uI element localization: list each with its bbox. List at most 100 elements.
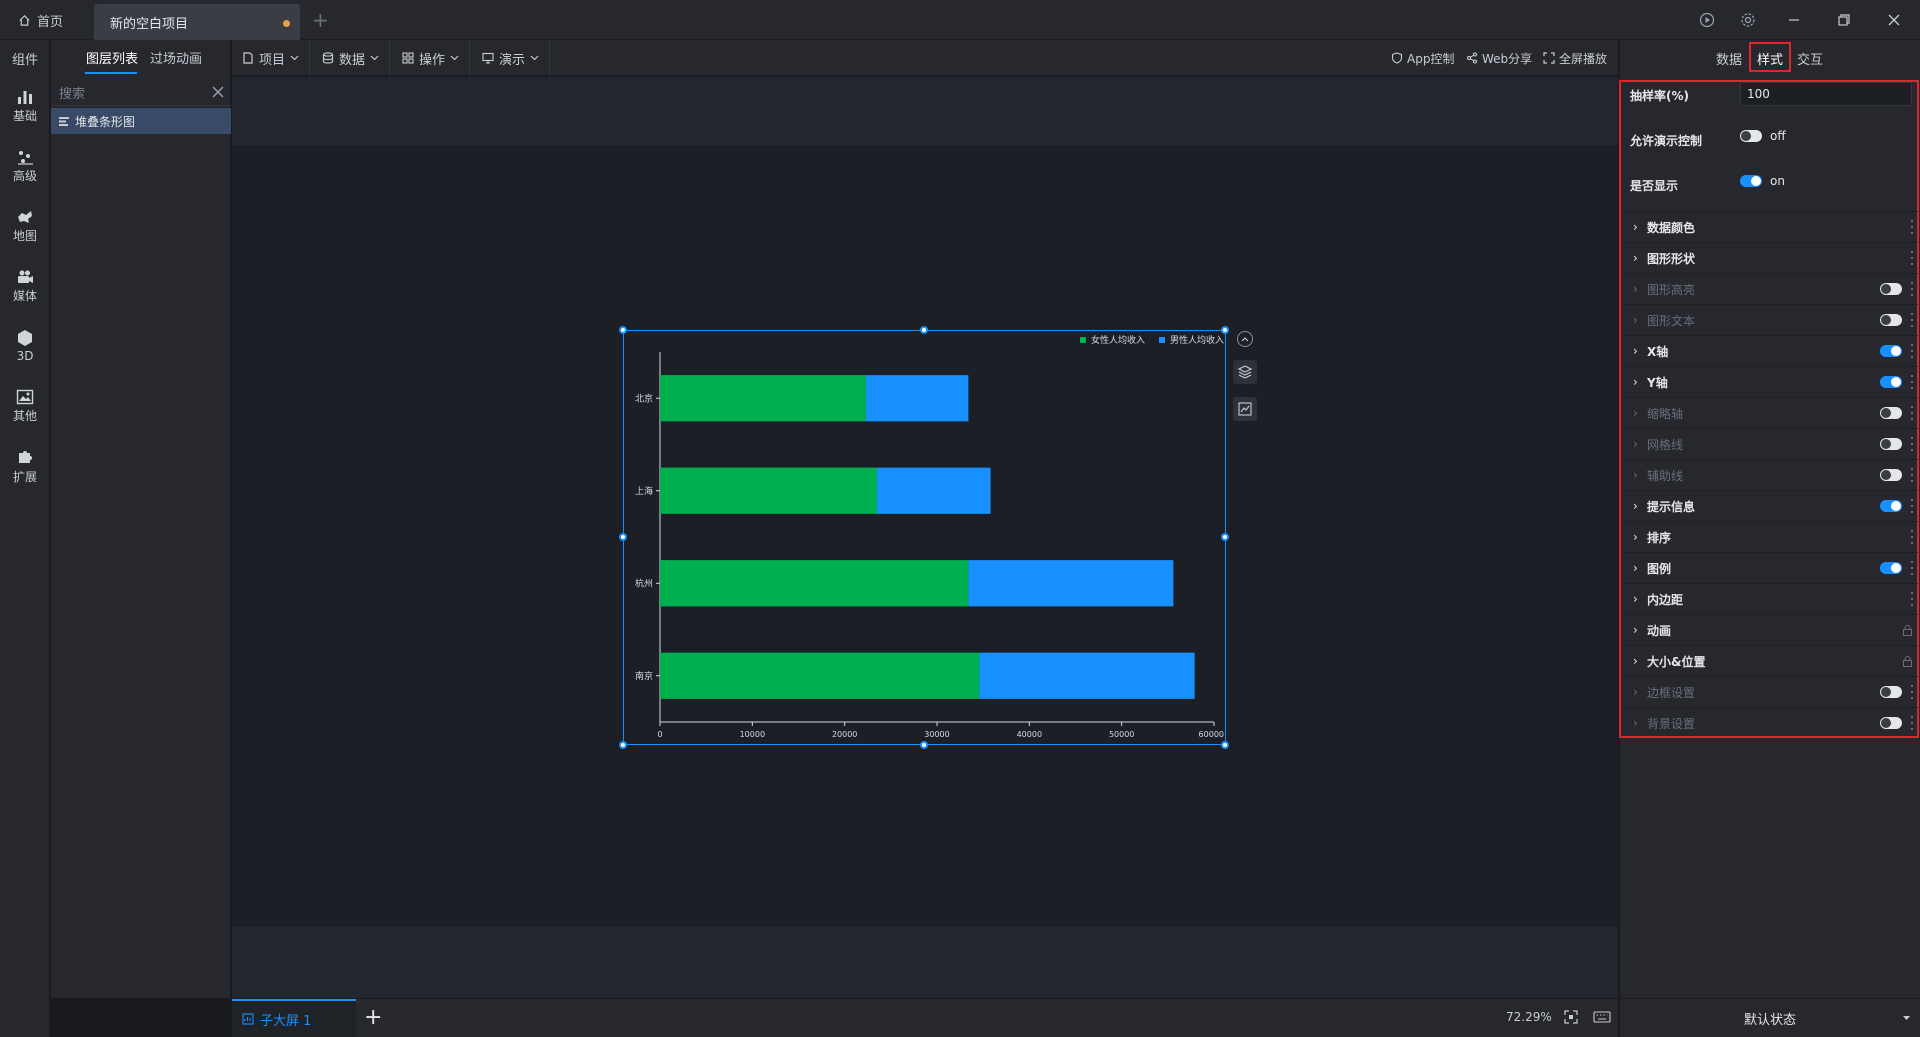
lock-icon[interactable]	[1903, 625, 1912, 636]
section-row[interactable]: › 图形形状	[1621, 242, 1918, 273]
more-options-icon[interactable]	[1911, 561, 1914, 575]
section-toggle[interactable]	[1880, 686, 1902, 698]
tab-project-label: 新的空白项目	[110, 16, 189, 32]
section-row[interactable]: › 动画	[1621, 614, 1918, 645]
section-row[interactable]: › X轴	[1621, 335, 1918, 366]
minimize-button[interactable]	[1784, 10, 1804, 30]
section-toggle[interactable]	[1880, 407, 1902, 419]
resize-handle-s[interactable]	[920, 741, 928, 749]
tab-transition-animation[interactable]: 过场动画	[150, 48, 202, 67]
menu-operation[interactable]: 操作	[392, 40, 471, 76]
tab-data[interactable]: 数据	[1716, 49, 1742, 68]
more-options-icon[interactable]	[1911, 716, 1914, 730]
sidebar-item-extension[interactable]: 扩展	[0, 440, 50, 492]
section-row[interactable]: › Y轴	[1621, 366, 1918, 397]
more-options-icon[interactable]	[1911, 313, 1914, 327]
menu-demo-label: 演示	[499, 52, 526, 68]
resize-handle-se[interactable]	[1221, 741, 1229, 749]
tab-interaction[interactable]: 交互	[1797, 49, 1823, 68]
menu-data[interactable]: 数据	[312, 40, 391, 76]
section-row[interactable]: › 缩略轴	[1621, 397, 1918, 428]
resize-handle-ne[interactable]	[1221, 326, 1229, 334]
add-screen-button[interactable]: +	[364, 1003, 382, 1033]
collapse-button[interactable]	[1237, 331, 1253, 347]
more-options-icon[interactable]	[1911, 685, 1914, 699]
resize-handle-n[interactable]	[920, 326, 928, 334]
show-toggle[interactable]: on	[1740, 174, 1785, 188]
settings-button[interactable]	[1738, 10, 1758, 30]
fullscreen-button[interactable]: 全屏播放	[1543, 40, 1607, 76]
sidebar-item-3d[interactable]: 3D	[0, 320, 50, 372]
sidebar-item-advanced[interactable]: 高级	[0, 140, 50, 192]
section-row[interactable]: › 网格线	[1621, 428, 1918, 459]
section-row[interactable]: › 图例	[1621, 552, 1918, 583]
sidebar-item-map[interactable]: 地图	[0, 200, 50, 252]
layer-order-button[interactable]	[1233, 360, 1257, 384]
section-row[interactable]: › 提示信息	[1621, 490, 1918, 521]
sidebar-item-basic[interactable]: 基础	[0, 80, 50, 132]
more-options-icon[interactable]	[1911, 251, 1914, 265]
more-options-icon[interactable]	[1911, 375, 1914, 389]
tab-layer-list[interactable]: 图层列表	[86, 48, 138, 67]
play-button[interactable]	[1697, 10, 1717, 30]
more-options-icon[interactable]	[1911, 468, 1914, 482]
close-window-button[interactable]	[1884, 10, 1904, 30]
resize-handle-w[interactable]	[619, 533, 627, 541]
new-tab-button[interactable]: +	[312, 8, 329, 32]
more-options-icon[interactable]	[1911, 406, 1914, 420]
tab-project[interactable]: 新的空白项目	[94, 4, 300, 40]
section-toggle[interactable]	[1880, 376, 1902, 388]
section-row[interactable]: › 排序	[1621, 521, 1918, 552]
state-selector[interactable]: 默认状态	[1620, 998, 1920, 1037]
lock-icon[interactable]	[1903, 656, 1912, 667]
section-toggle[interactable]	[1880, 500, 1902, 512]
web-share-button[interactable]: Web分享	[1466, 40, 1532, 76]
more-options-icon[interactable]	[1911, 530, 1914, 544]
section-toggle[interactable]	[1880, 438, 1902, 450]
section-row[interactable]: › 图形文本	[1621, 304, 1918, 335]
section-toggle[interactable]	[1880, 562, 1902, 574]
section-toggle[interactable]	[1880, 345, 1902, 357]
chevron-right-icon: ›	[1633, 251, 1638, 265]
section-row[interactable]: › 图形高亮	[1621, 273, 1918, 304]
more-options-icon[interactable]	[1911, 344, 1914, 358]
more-options-icon[interactable]	[1911, 499, 1914, 513]
section-row[interactable]: › 边框设置	[1621, 676, 1918, 707]
more-options-icon[interactable]	[1911, 282, 1914, 296]
fit-screen-button[interactable]	[1564, 1010, 1578, 1024]
chart-selection-box[interactable]	[623, 330, 1226, 745]
tab-home[interactable]: 首页	[18, 0, 63, 40]
screen-tab[interactable]: 子大屏 1	[232, 999, 356, 1037]
section-label: 提示信息	[1647, 499, 1696, 514]
section-row[interactable]: › 辅助线	[1621, 459, 1918, 490]
section-row[interactable]: › 大小&位置	[1621, 645, 1918, 676]
section-toggle[interactable]	[1880, 314, 1902, 326]
section-row[interactable]: › 背景设置	[1621, 707, 1918, 738]
clear-search-button[interactable]	[212, 86, 224, 98]
toggle-switch[interactable]	[1740, 175, 1762, 187]
keyboard-shortcuts-button[interactable]	[1593, 1011, 1611, 1023]
allow-demo-control-toggle[interactable]: off	[1740, 129, 1786, 143]
section-toggle[interactable]	[1880, 717, 1902, 729]
more-options-icon[interactable]	[1911, 437, 1914, 451]
section-toggle[interactable]	[1880, 283, 1902, 295]
more-options-icon[interactable]	[1911, 592, 1914, 606]
resize-handle-nw[interactable]	[619, 326, 627, 334]
menu-demo[interactable]: 演示	[472, 40, 551, 76]
more-options-icon[interactable]	[1911, 220, 1914, 234]
toggle-switch[interactable]	[1740, 130, 1762, 142]
resize-handle-sw[interactable]	[619, 741, 627, 749]
sample-rate-input[interactable]: 100	[1740, 82, 1912, 106]
section-row[interactable]: › 数据颜色	[1621, 211, 1918, 242]
replace-image-button[interactable]	[1233, 397, 1257, 421]
layer-search-input[interactable]: 搜索	[51, 80, 231, 106]
sidebar-item-media[interactable]: 媒体	[0, 260, 50, 312]
menu-project[interactable]: 项目	[232, 40, 311, 76]
layer-item[interactable]: 堆叠条形图	[51, 108, 231, 134]
resize-handle-e[interactable]	[1221, 533, 1229, 541]
sidebar-item-other[interactable]: 其他	[0, 380, 50, 432]
app-control-button[interactable]: App控制	[1391, 40, 1454, 76]
section-row[interactable]: › 内边距	[1621, 583, 1918, 614]
restore-button[interactable]	[1834, 10, 1854, 30]
section-toggle[interactable]	[1880, 469, 1902, 481]
